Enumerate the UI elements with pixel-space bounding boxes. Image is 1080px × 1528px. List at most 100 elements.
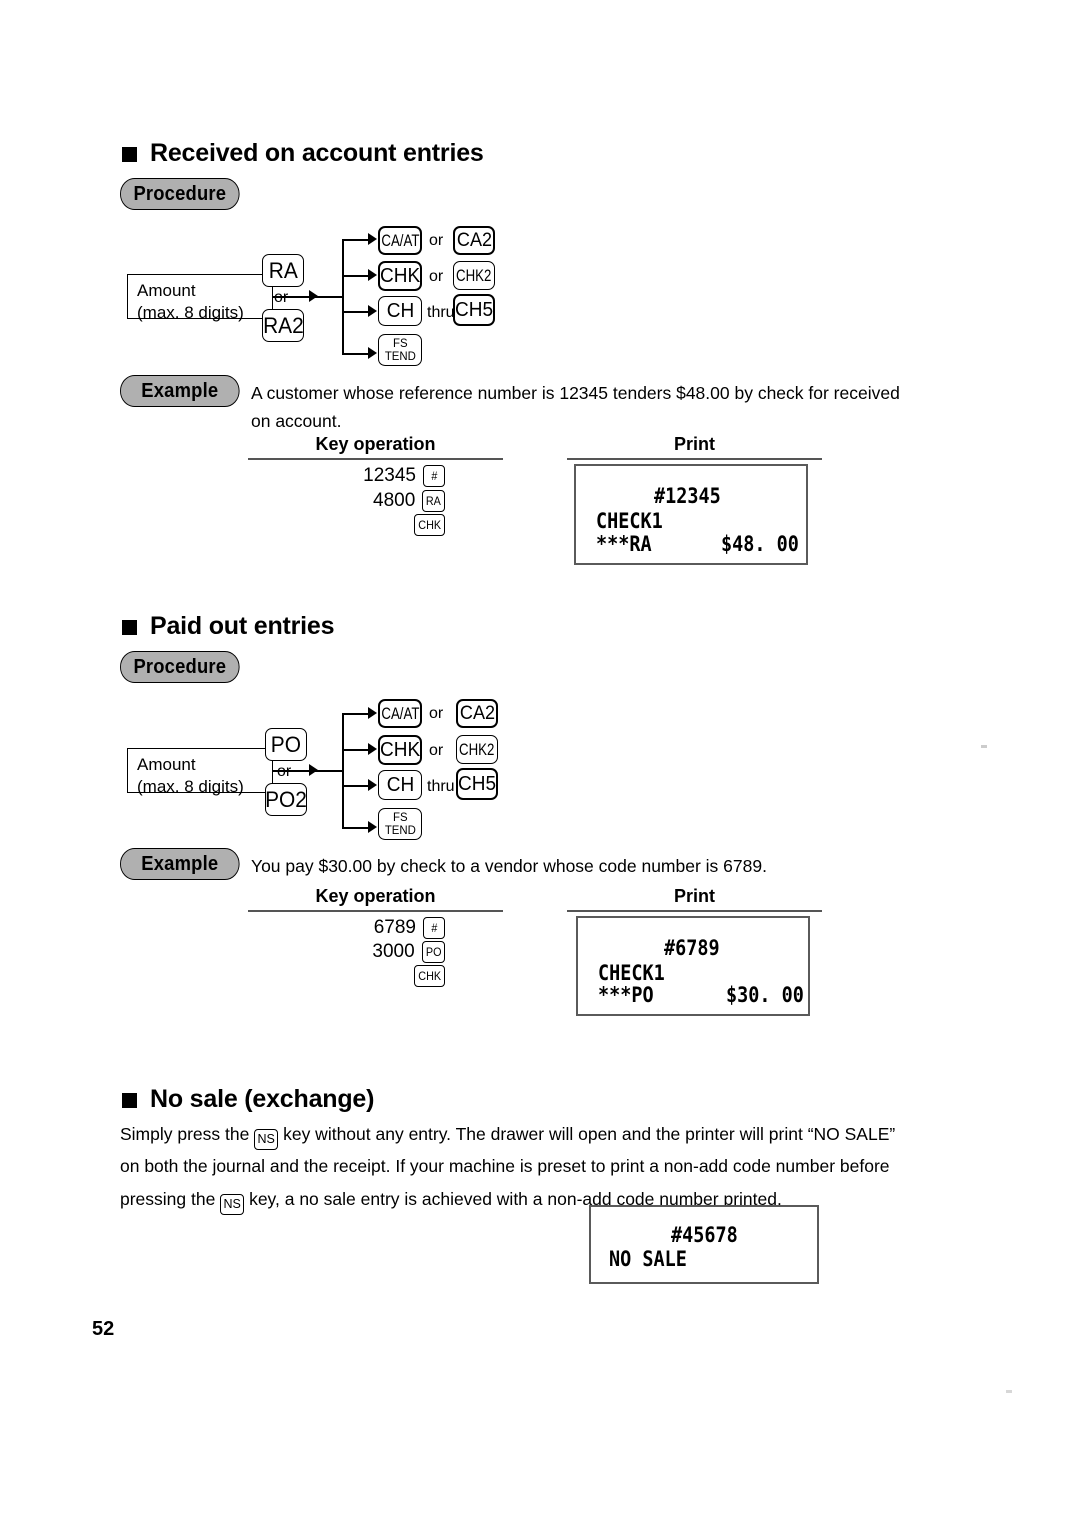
connector-bus [342,240,344,354]
conjunction-or-row2: or [429,268,444,285]
conjunction-thru-row3: thru [427,304,455,321]
example-badge-label: Example [141,852,219,875]
amount-box-line1: Amount [137,755,196,774]
procedure-badge-paid-out: Procedure [120,651,240,683]
arrow-head-icon [368,305,377,317]
scan-artifact [981,745,987,748]
arrow-head-icon [368,233,377,245]
receipt-amount-line: $48. 00 [721,532,799,556]
print-header-2: Print [673,886,715,906]
header-rule [567,458,822,460]
connector-line [342,239,370,241]
key-operation-row: CHK [300,965,445,987]
arrow-head-icon [368,347,377,359]
minikey-ns-2: NS [220,1193,245,1215]
key-operation-row: 4800 RA [300,490,445,512]
section-heading-text: Received on account entries [150,139,484,167]
key-operation-row: 6789 # [300,917,445,939]
example-badge-label: Example [141,379,219,402]
no-sale-text-part1: Simply press the [120,1124,255,1144]
arrow-head-icon [368,707,377,719]
key-ca2: CA2 [456,699,498,728]
receipt-type-line: ***RA [596,532,652,556]
key-operation-row: 12345 # [300,465,445,487]
minikey-hash: # [423,917,445,939]
conjunction-or-row1: or [429,705,444,722]
key-ra: RA [262,254,304,287]
key-ch: CH [378,770,422,800]
key-fs-tend: FS TEND [378,334,422,366]
section-heading-received-on-account: Received on account entries [122,139,484,168]
key-operation-header-1: Key operation [315,434,436,454]
amount-box-line1: Amount [137,281,196,300]
scan-artifact [1006,1390,1012,1393]
header-rule [248,910,503,912]
square-bullet-icon [122,620,137,635]
key-operation-value: 3000 [372,941,415,962]
key-fs-tend-label: FS TEND [384,810,416,837]
print-receipt-no-sale: #45678 NO SALE [589,1205,819,1284]
connector-line [310,296,343,298]
key-operation-row: CHK [300,514,445,536]
conjunction-or-row2: or [429,742,444,759]
amount-box-line2: (max. 8 digits) [137,776,244,796]
example-text-received-on-account: A customer whose reference number is 123… [251,383,900,432]
connector-line [310,770,343,772]
minikey-hash: # [423,465,445,487]
connector-line [342,785,370,787]
square-bullet-icon [122,1093,137,1108]
connector-line [342,311,370,313]
key-po2: PO2 [265,783,307,816]
receipt-type-line: ***PO [598,983,654,1007]
example-text-paid-out: You pay $30.00 by check to a vendor whos… [251,856,767,876]
key-operation-value: 4800 [373,490,416,511]
procedure-badge-label: Procedure [133,182,227,205]
print-receipt-received-on-account: #12345 CHECK1 ***RA $48. 00 [574,464,808,565]
connector-line [342,713,370,715]
connector-bus [342,713,344,828]
receipt-no-sale-line: NO SALE [609,1247,687,1271]
key-chk2: CHK2 [456,735,498,764]
key-ca-at: CA/AT [378,699,422,728]
conjunction-or-primary: or [277,763,292,780]
receipt-code-line: #6789 [664,936,720,960]
receipt-code-line: #12345 [654,484,721,508]
conjunction-or-primary: or [274,289,289,306]
section-heading-paid-out: Paid out entries [122,612,335,641]
key-chk: CHK [378,735,422,765]
section-heading-no-sale: No sale (exchange) [122,1085,374,1114]
connector-line [342,827,370,829]
print-receipt-paid-out: #6789 CHECK1 ***PO $30. 00 [576,916,810,1016]
section-heading-text: Paid out entries [150,612,335,640]
minikey-chk: CHK [413,514,445,536]
key-chk2: CHK2 [453,261,495,290]
receipt-code-line: #45678 [671,1223,738,1247]
minikey-po: PO [421,941,445,963]
example-badge-received-on-account: Example [120,375,240,407]
arrow-head-icon [368,821,377,833]
arrow-head-icon [368,779,377,791]
receipt-amount-line: $30. 00 [726,983,804,1007]
key-operation-value: 12345 [363,465,416,486]
minikey-ra: RA [422,490,445,512]
print-header-1: Print [673,434,715,454]
arrow-head-icon [368,743,377,755]
minikey-ns-1: NS [254,1128,279,1150]
receipt-check-line: CHECK1 [596,509,663,533]
amount-input-box: Amount (max. 8 digits) [127,748,273,796]
key-po: PO [265,728,307,761]
page-number: 52 [92,1318,115,1340]
section-heading-text: No sale (exchange) [150,1085,375,1113]
key-ca-at: CA/AT [378,226,422,255]
example-badge-paid-out: Example [120,848,240,880]
header-rule [567,910,822,912]
key-ra2: RA2 [262,309,304,342]
receipt-check-line: CHECK1 [598,961,665,985]
amount-input-box: Amount (max. 8 digits) [127,274,273,322]
key-ch5: CH5 [453,294,495,326]
key-fs-tend-label: FS TEND [384,336,416,363]
procedure-badge-label: Procedure [133,655,227,678]
minikey-chk: CHK [413,965,445,987]
key-chk: CHK [378,261,422,291]
key-operation-value: 6789 [373,917,416,938]
